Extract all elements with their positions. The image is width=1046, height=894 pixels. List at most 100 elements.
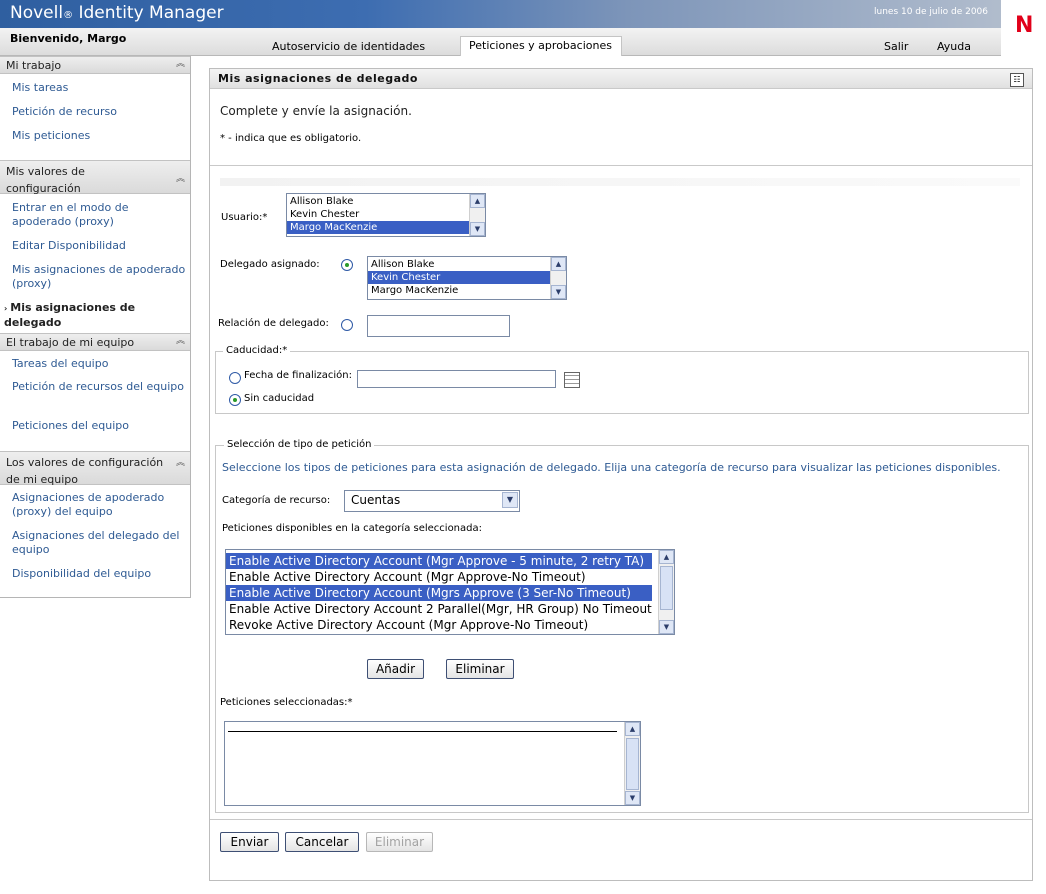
end-date-radio[interactable] <box>229 372 241 384</box>
no-expiry-radio[interactable] <box>229 394 241 406</box>
sidebar-item-proxy-mode[interactable]: Entrar en el modo de apoderado (proxy) <box>12 201 187 229</box>
welcome-text: Bienvenido, Margo <box>10 32 127 45</box>
end-date-label: Fecha de finalización: <box>244 370 352 381</box>
scroll-down-icon[interactable]: ▼ <box>659 620 674 634</box>
delete-button[interactable]: Eliminar <box>366 832 433 852</box>
sidebar-item-my-delegate-assignments[interactable]: › Mis asignaciones de delegado <box>4 301 179 330</box>
sidebar-item-edit-availability[interactable]: Editar Disponibilidad <box>12 239 187 253</box>
no-expiry-label: Sin caducidad <box>244 393 315 404</box>
scrollbar-thumb[interactable] <box>660 566 673 610</box>
app-title: Novell® Identity Manager <box>10 3 224 23</box>
collapse-icon[interactable]: ︽ <box>175 458 186 469</box>
request-type-help: Seleccione los tipos de peticiones para … <box>222 461 1001 474</box>
scroll-up-icon[interactable]: ▲ <box>625 722 640 736</box>
divider <box>210 165 1032 166</box>
sidebar-item-resource-request[interactable]: Petición de recurso <box>12 105 187 119</box>
chevron-down-icon[interactable]: ▼ <box>502 492 518 508</box>
user-listbox[interactable]: Allison Blake Kevin Chester Margo MacKen… <box>286 193 486 237</box>
sidebar-item-label: Mis asignaciones de delegado <box>4 301 136 329</box>
list-item[interactable]: Enable Active Directory Account (Mgrs Ap… <box>226 585 652 601</box>
list-item <box>228 731 617 732</box>
delegate-radio[interactable] <box>341 259 353 271</box>
list-item[interactable]: Margo MacKenzie <box>368 284 566 297</box>
end-date-input[interactable] <box>357 370 556 388</box>
cancel-button[interactable]: Cancelar <box>285 832 359 852</box>
sidebar-section-title: Mi trabajo <box>6 59 62 72</box>
panel-menu-icon[interactable]: ☷ <box>1010 73 1024 87</box>
novell-logo-icon: N <box>1015 13 1034 38</box>
scrollbar[interactable]: ▲ ▼ <box>550 257 566 299</box>
list-item[interactable]: Kevin Chester <box>287 208 485 221</box>
scrollbar-thumb[interactable] <box>626 738 639 790</box>
registered-mark: ® <box>63 10 74 21</box>
list-item[interactable]: Kevin Chester <box>368 271 550 284</box>
sidebar-section-title: El trabajo de mi equipo <box>6 336 135 349</box>
request-type-legend: Selección de tipo de petición <box>224 439 375 450</box>
collapse-icon[interactable]: ︽ <box>175 174 186 185</box>
category-label: Categoría de recurso: <box>222 495 331 506</box>
product-name: Identity Manager <box>78 3 224 23</box>
list-item[interactable]: Revoke Active Directory Account (Mgr App… <box>226 617 674 633</box>
sidebar-section-team-work[interactable]: El trabajo de mi equipo ︽ <box>0 333 190 351</box>
sidebar-section-team-settings[interactable]: Los valores de configuración de mi equip… <box>0 451 190 486</box>
category-select[interactable]: Cuentas ▼ <box>344 490 520 512</box>
scroll-up-icon[interactable]: ▲ <box>470 194 485 208</box>
divider <box>220 178 1020 186</box>
sidebar-item-my-proxy-assignments[interactable]: Mis asignaciones de apoderado (proxy) <box>12 263 187 291</box>
help-link[interactable]: Ayuda <box>937 40 971 53</box>
delegate-listbox[interactable]: Allison Blake Kevin Chester Margo MacKen… <box>367 256 567 300</box>
brand-name: Novell <box>10 3 64 23</box>
remove-button[interactable]: Eliminar <box>446 659 514 679</box>
scroll-down-icon[interactable]: ▼ <box>625 791 640 805</box>
scroll-up-icon[interactable]: ▲ <box>659 550 674 564</box>
sidebar-section-title: Mis valores de configuración <box>6 165 85 195</box>
required-note: * - indica que es obligatorio. <box>220 133 362 144</box>
sidebar-item-team-requests[interactable]: Peticiones del equipo <box>12 419 187 433</box>
relation-input[interactable] <box>367 315 510 337</box>
relation-radio[interactable] <box>341 319 353 331</box>
list-item[interactable]: Margo MacKenzie <box>287 221 469 234</box>
category-selected-value: Cuentas <box>351 493 401 507</box>
add-button[interactable]: Añadir <box>367 659 424 679</box>
scroll-up-icon[interactable]: ▲ <box>551 257 566 271</box>
calendar-icon[interactable] <box>564 372 580 388</box>
expiry-legend: Caducidad:* <box>223 345 291 356</box>
divider <box>210 819 1032 820</box>
scroll-down-icon[interactable]: ▼ <box>470 222 485 236</box>
scroll-down-icon[interactable]: ▼ <box>551 285 566 299</box>
logout-link[interactable]: Salir <box>884 40 908 53</box>
scrollbar[interactable]: ▲ ▼ <box>624 722 640 805</box>
sidebar-section-my-settings[interactable]: Mis valores de configuración ︽ <box>0 160 190 195</box>
tab-identity-self-service[interactable]: Autoservicio de identidades <box>262 38 435 56</box>
list-item[interactable]: Allison Blake <box>287 195 485 208</box>
sidebar-item-team-availability[interactable]: Disponibilidad del equipo <box>12 567 187 581</box>
list-item[interactable]: Enable Active Directory Account (Mgr App… <box>226 553 652 569</box>
sidebar-item-my-tasks[interactable]: Mis tareas <box>12 81 187 95</box>
sidebar: Mi trabajo ︽ Mis tareas Petición de recu… <box>0 56 191 598</box>
collapse-icon[interactable]: ︽ <box>175 336 186 347</box>
selected-requests-listbox[interactable]: ▲ ▼ <box>224 721 641 806</box>
collapse-icon[interactable]: ︽ <box>175 59 186 70</box>
available-requests-listbox[interactable]: Enable Active Directory Account (Mgr App… <box>225 549 675 635</box>
sidebar-section-my-work[interactable]: Mi trabajo ︽ <box>0 56 190 74</box>
sidebar-item-team-tasks[interactable]: Tareas del equipo <box>12 357 187 371</box>
sidebar-item-team-resource-request[interactable]: Petición de recursos del equipo <box>12 380 187 394</box>
user-label: Usuario:* <box>221 212 268 223</box>
sidebar-section-title: Los valores de configuración de mi equip… <box>6 456 164 486</box>
scrollbar[interactable]: ▲ ▼ <box>658 550 674 634</box>
list-item[interactable]: Enable Active Directory Account 2 Parall… <box>226 601 674 617</box>
sidebar-item-team-proxy-assignments[interactable]: Asignaciones de apoderado (proxy) del eq… <box>12 491 187 519</box>
current-marker-icon: › <box>4 304 8 313</box>
scrollbar[interactable]: ▲ ▼ <box>469 194 485 236</box>
list-item[interactable]: Enable Active Directory Account (Mgr App… <box>226 569 674 585</box>
tab-requests-approvals[interactable]: Peticiones y aprobaciones <box>460 36 622 56</box>
available-label: Peticiones disponibles en la categoría s… <box>222 523 482 534</box>
sidebar-item-team-delegate-assignments[interactable]: Asignaciones del delegado del equipo <box>12 529 187 557</box>
list-item[interactable]: Allison Blake <box>368 258 566 271</box>
sidebar-item-my-requests[interactable]: Mis peticiones <box>12 129 187 143</box>
submit-button[interactable]: Enviar <box>220 832 279 852</box>
intro-text: Complete y envíe la asignación. <box>220 104 412 118</box>
page-title: Mis asignaciones de delegado <box>218 72 418 85</box>
relation-label: Relación de delegado: <box>218 318 329 329</box>
selected-label: Peticiones seleccionadas:* <box>220 697 353 708</box>
